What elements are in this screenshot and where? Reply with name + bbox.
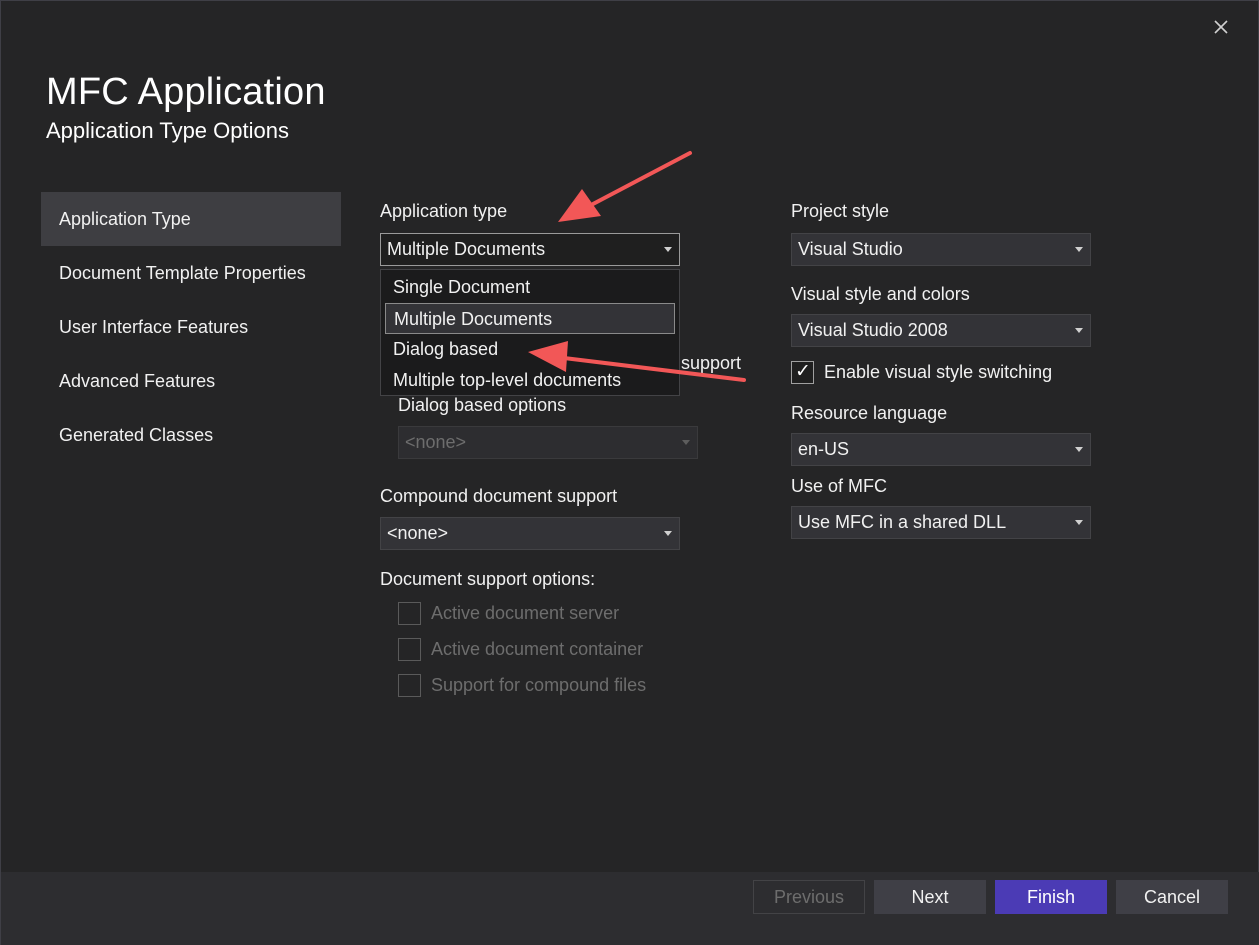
application-type-value: Multiple Documents [387, 239, 546, 259]
hidden-label-tail: support [681, 353, 742, 373]
close-icon[interactable] [1209, 15, 1233, 39]
active-document-container-option: Active document container [398, 637, 643, 661]
application-type-select[interactable]: Multiple Documents [380, 233, 680, 266]
use-of-mfc-value: Use MFC in a shared DLL [798, 512, 1007, 532]
chevron-down-icon [664, 531, 672, 536]
chevron-down-icon [1075, 328, 1083, 333]
compound-files-label: Support for compound files [431, 674, 647, 695]
resource-language-select[interactable]: en-US [791, 433, 1091, 466]
resource-language-label: Resource language [791, 403, 948, 423]
active-document-server-label: Active document server [431, 602, 620, 623]
visual-style-label: Visual style and colors [791, 284, 970, 304]
next-button[interactable]: Next [874, 880, 986, 914]
dialog-options-value: <none> [405, 432, 467, 452]
compound-support-label: Compound document support [380, 486, 618, 506]
resource-language-value: en-US [798, 439, 850, 459]
active-document-server-checkbox [398, 601, 421, 625]
style-switching-option[interactable]: ✓ Enable visual style switching [791, 360, 1052, 384]
use-of-mfc-select[interactable]: Use MFC in a shared DLL [791, 506, 1091, 539]
active-document-server-option: Active document server [398, 601, 619, 625]
nav-item-document-template-properties[interactable]: Document Template Properties [41, 246, 341, 300]
compound-files-option: Support for compound files [398, 673, 646, 697]
option-multiple-top-level-documents[interactable]: Multiple top-level documents [381, 365, 679, 396]
options-nav: Application Type Document Template Prope… [41, 192, 341, 462]
visual-style-value: Visual Studio 2008 [798, 320, 948, 340]
finish-button[interactable]: Finish [995, 880, 1107, 914]
visual-style-select[interactable]: Visual Studio 2008 [791, 314, 1091, 347]
chevron-down-icon [664, 247, 672, 252]
project-style-label: Project style [791, 201, 890, 221]
active-document-container-label: Active document container [431, 638, 644, 659]
option-dialog-based[interactable]: Dialog based [381, 334, 679, 365]
compound-support-select[interactable]: <none> [380, 517, 680, 550]
application-type-dropdown: Single Document Multiple Documents Dialo… [380, 269, 680, 396]
active-document-container-checkbox [398, 637, 421, 661]
use-of-mfc-label: Use of MFC [791, 476, 888, 496]
nav-item-application-type[interactable]: Application Type [41, 192, 341, 246]
dialog-title: MFC Application [46, 71, 326, 113]
application-type-label: Application type [380, 201, 508, 221]
previous-button: Previous [753, 880, 865, 914]
annotation-arrow-1 [558, 151, 692, 222]
chevron-down-icon [1075, 447, 1083, 452]
checkmark-icon: ✓ [795, 360, 811, 382]
mfc-application-dialog: MFC Application Application Type Options… [0, 0, 1259, 945]
cancel-button[interactable]: Cancel [1116, 880, 1228, 914]
compound-support-value: <none> [387, 523, 449, 543]
nav-item-advanced-features[interactable]: Advanced Features [41, 354, 341, 408]
option-multiple-documents[interactable]: Multiple Documents [385, 303, 675, 334]
chevron-down-icon [682, 440, 690, 445]
nav-item-user-interface-features[interactable]: User Interface Features [41, 300, 341, 354]
dialog-subtitle: Application Type Options [46, 118, 289, 143]
project-style-value: Visual Studio [798, 239, 903, 259]
compound-files-checkbox [398, 673, 421, 697]
document-support-label: Document support options: [380, 569, 596, 589]
chevron-down-icon [1075, 247, 1083, 252]
dialog-options-select: <none> [398, 426, 698, 459]
dialog-options-label: Dialog based options [398, 395, 567, 415]
nav-item-generated-classes[interactable]: Generated Classes [41, 408, 341, 462]
style-switching-checkbox[interactable]: ✓ [791, 360, 814, 384]
chevron-down-icon [1075, 520, 1083, 525]
style-switching-label: Enable visual style switching [824, 361, 1053, 382]
option-single-document[interactable]: Single Document [381, 272, 679, 303]
project-style-select[interactable]: Visual Studio [791, 233, 1091, 266]
